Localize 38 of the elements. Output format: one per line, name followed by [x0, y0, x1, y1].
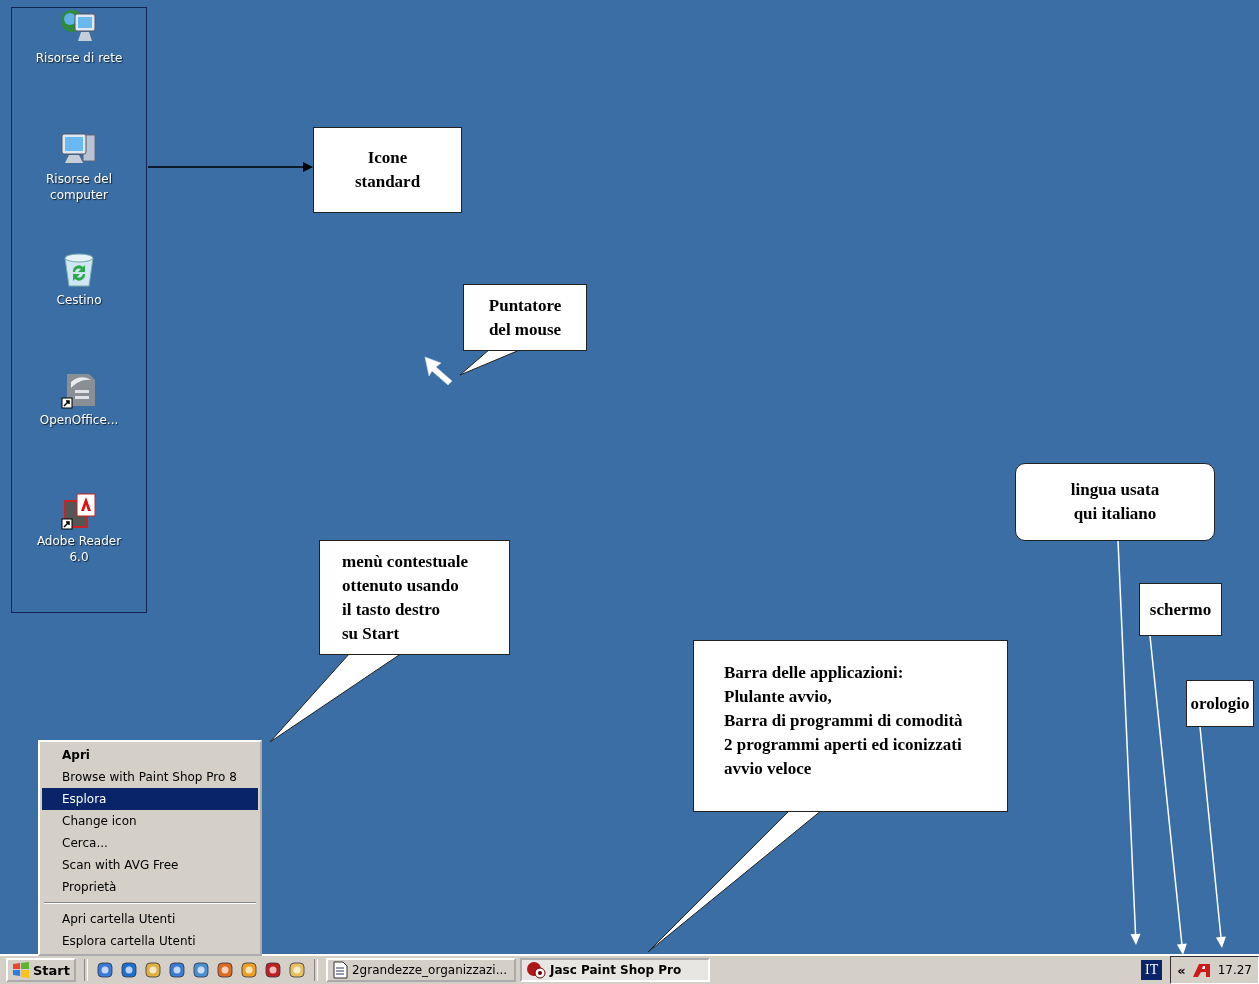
callout-text: menù contestuale ottenuto usando il tasto destro su Start	[319, 540, 510, 655]
program-icon[interactable]	[96, 961, 114, 979]
document-icon	[332, 961, 348, 979]
menu-item[interactable]: Change icon	[42, 810, 258, 832]
menu-item[interactable]: Apri	[42, 744, 258, 766]
clock[interactable]: 17.27	[1217, 963, 1252, 977]
callout-text: orologio	[1186, 680, 1254, 727]
callout-text: lingua usata qui italiano	[1015, 463, 1215, 541]
program-icon[interactable]	[192, 961, 210, 979]
menu-item[interactable]: Esplora	[42, 788, 258, 810]
icon-label[interactable]: Cestino	[33, 291, 125, 308]
menu-item[interactable]: Cerca...	[42, 832, 258, 854]
program-icon[interactable]	[144, 961, 162, 979]
icon-label[interactable]: Risorse di rete	[33, 50, 125, 66]
program-icon[interactable]	[240, 961, 258, 979]
menu-item[interactable]: Apri cartella Utenti	[42, 908, 258, 930]
pdf-shortcut-icon	[59, 491, 99, 532]
tray-expand-button[interactable]: «	[1177, 962, 1186, 978]
menu-item[interactable]: Scan with AVG Free	[42, 854, 258, 876]
callout-text: schermo	[1139, 583, 1222, 636]
program-icon[interactable]	[120, 961, 138, 979]
icon-label[interactable]: Risorse del computer	[33, 170, 125, 203]
callout-text: Icone standard	[313, 127, 462, 213]
menu-item[interactable]: Browse with Paint Shop Pro 8	[42, 766, 258, 788]
windows-flag-icon	[12, 962, 30, 978]
mouse-pointer-icon	[424, 356, 453, 386]
program-icon[interactable]	[216, 961, 234, 979]
menu-item[interactable]: Proprietà	[42, 876, 258, 898]
program-icon[interactable]	[168, 961, 186, 979]
icon-label[interactable]: OpenOffice...	[33, 412, 125, 429]
task-button[interactable]: 2grandezze_organizzazi...	[326, 958, 516, 982]
task-button[interactable]: Jasc Paint Shop Pro	[520, 958, 710, 982]
icon-label[interactable]: Adobe Reader 6.0	[33, 533, 125, 566]
program-icon[interactable]	[264, 961, 282, 979]
program-icon[interactable]	[288, 961, 306, 979]
menu-item[interactable]: Esplora cartella Utenti	[42, 930, 258, 952]
language-indicator[interactable]: IT	[1141, 960, 1163, 980]
start-button[interactable]: Start	[6, 958, 76, 982]
